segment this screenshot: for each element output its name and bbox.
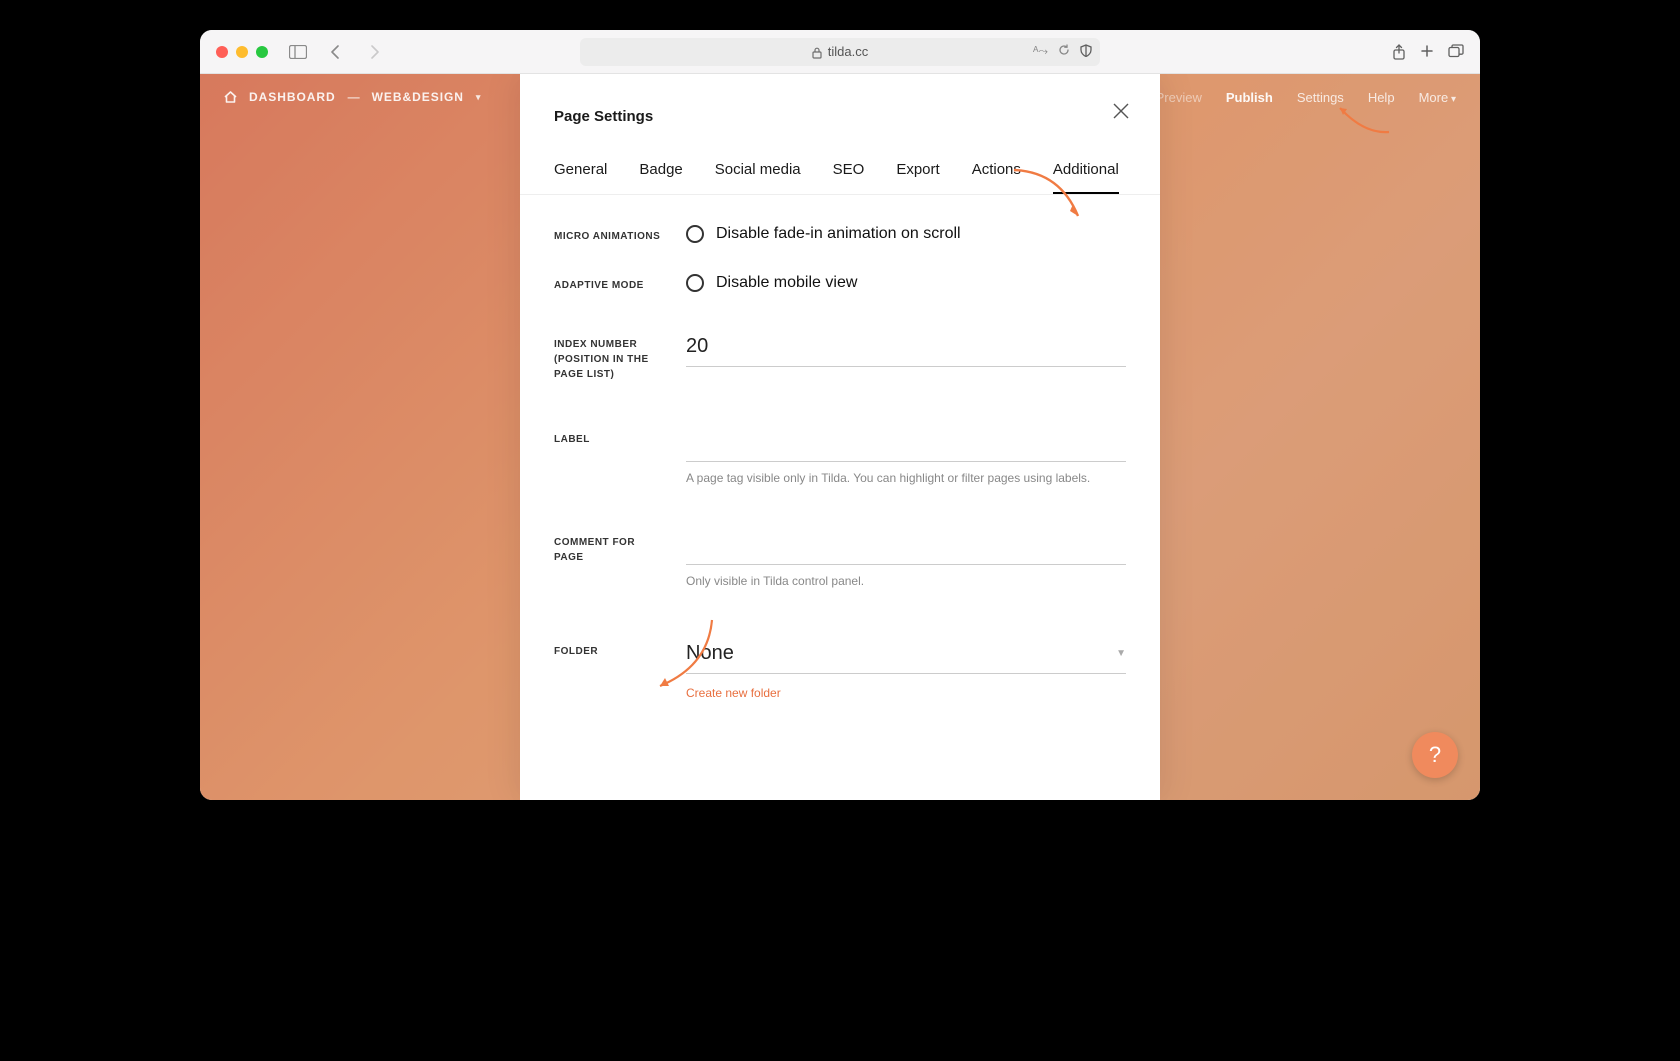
page-label-input[interactable] <box>686 428 1126 462</box>
dropdown-caret-icon: ▼ <box>1116 648 1126 659</box>
chevron-down-icon[interactable]: ▾ <box>476 92 481 103</box>
hint-page-label: A page tag visible only in Tilda. You ca… <box>686 470 1126 487</box>
tab-export[interactable]: Export <box>896 161 939 194</box>
hint-comment: Only visible in Tilda control panel. <box>686 573 1126 590</box>
breadcrumb: DASHBOARD — WEB&DESIGN ▾ <box>224 90 481 104</box>
breadcrumb-project[interactable]: WEB&DESIGN <box>372 90 464 104</box>
browser-actions <box>1392 44 1464 60</box>
modal-tabs: General Badge Social media SEO Export Ac… <box>520 125 1160 195</box>
settings-link[interactable]: Settings <box>1297 90 1344 105</box>
minimize-window-button[interactable] <box>236 46 248 58</box>
reload-icon[interactable] <box>1058 44 1070 59</box>
tab-seo[interactable]: SEO <box>833 161 865 194</box>
breadcrumb-dashboard[interactable]: DASHBOARD <box>249 90 336 104</box>
app-body: DASHBOARD — WEB&DESIGN ▾ Preview Publish… <box>200 74 1480 800</box>
maximize-window-button[interactable] <box>256 46 268 58</box>
tab-general[interactable]: General <box>554 161 607 194</box>
address-bar[interactable]: tilda.cc ᴬ⤳ <box>580 38 1100 66</box>
radio-disable-mobile[interactable] <box>686 274 704 292</box>
folder-select[interactable]: None ▼ <box>686 640 1126 674</box>
label-page-label: LABEL <box>554 428 664 447</box>
folder-value: None <box>686 642 734 665</box>
window-controls <box>216 46 268 58</box>
modal-header: Page Settings <box>520 74 1160 125</box>
browser-chrome: tilda.cc ᴬ⤳ <box>200 30 1480 74</box>
translate-icon[interactable]: ᴬ⤳ <box>1033 44 1048 59</box>
tab-badge[interactable]: Badge <box>639 161 682 194</box>
row-micro-animations: MICRO ANIMATIONS Disable fade-in animati… <box>554 225 1126 244</box>
row-comment: COMMENT FOR PAGE Only visible in Tilda c… <box>554 531 1126 590</box>
home-icon[interactable] <box>224 91 237 103</box>
row-index-number: INDEX NUMBER (POSITION IN THE PAGE LIST) <box>554 333 1126 382</box>
settings-form: MICRO ANIMATIONS Disable fade-in animati… <box>520 195 1160 800</box>
label-comment: COMMENT FOR PAGE <box>554 531 664 565</box>
label-folder: FOLDER <box>554 640 664 659</box>
row-folder: FOLDER None ▼ Create new folder <box>554 640 1126 702</box>
sidebar-toggle-icon[interactable] <box>286 40 310 64</box>
index-number-input[interactable] <box>686 333 1126 367</box>
label-micro-animations: MICRO ANIMATIONS <box>554 225 664 244</box>
close-button[interactable] <box>1112 102 1130 120</box>
tab-additional[interactable]: Additional <box>1053 161 1119 194</box>
shield-icon[interactable] <box>1080 44 1092 59</box>
option-disable-fade-in[interactable]: Disable fade-in animation on scroll <box>716 225 961 243</box>
new-tab-icon[interactable] <box>1420 44 1434 60</box>
preview-link[interactable]: Preview <box>1156 90 1202 105</box>
url-actions: ᴬ⤳ <box>1033 44 1092 59</box>
help-fab-button[interactable]: ? <box>1412 732 1458 778</box>
modal-title: Page Settings <box>554 108 1126 125</box>
label-index-number: INDEX NUMBER (POSITION IN THE PAGE LIST) <box>554 333 664 382</box>
lock-icon <box>812 47 822 59</box>
help-link[interactable]: Help <box>1368 90 1395 105</box>
page-settings-modal: Page Settings General Badge Social media… <box>520 74 1160 800</box>
row-adaptive-mode: ADAPTIVE MODE Disable mobile view <box>554 274 1126 293</box>
forward-button[interactable] <box>362 40 386 64</box>
help-fab-label: ? <box>1429 742 1441 768</box>
tab-actions[interactable]: Actions <box>972 161 1021 194</box>
more-link[interactable]: More <box>1419 90 1456 105</box>
create-folder-link[interactable]: Create new folder <box>686 686 781 700</box>
back-button[interactable] <box>324 40 348 64</box>
tabs-icon[interactable] <box>1448 44 1464 60</box>
close-window-button[interactable] <box>216 46 228 58</box>
share-icon[interactable] <box>1392 44 1406 60</box>
browser-window: tilda.cc ᴬ⤳ <box>200 30 1480 800</box>
option-disable-mobile[interactable]: Disable mobile view <box>716 274 857 292</box>
radio-disable-fade-in[interactable] <box>686 225 704 243</box>
tab-social-media[interactable]: Social media <box>715 161 801 194</box>
url-text: tilda.cc <box>828 44 868 59</box>
row-label: LABEL A page tag visible only in Tilda. … <box>554 428 1126 487</box>
topbar-actions: Preview Publish Settings Help More <box>1186 90 1456 105</box>
breadcrumb-separator: — <box>348 90 360 104</box>
label-adaptive-mode: ADAPTIVE MODE <box>554 274 664 293</box>
publish-link[interactable]: Publish <box>1226 90 1273 105</box>
comment-input[interactable] <box>686 531 1126 565</box>
